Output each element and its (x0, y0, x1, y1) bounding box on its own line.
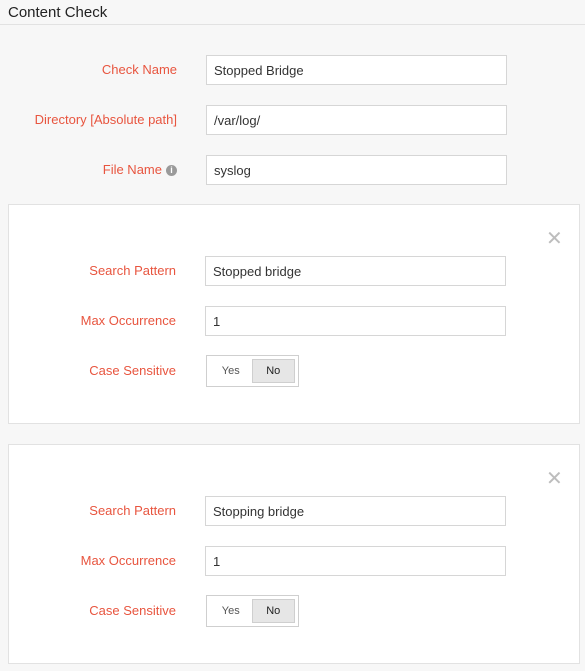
max-occurrence-label: Max Occurrence (80, 313, 176, 328)
max-occurrence-input[interactable] (205, 546, 506, 576)
section-title: Content Check (8, 4, 108, 21)
close-icon[interactable]: ✕ (546, 469, 563, 489)
toggle-yes-button[interactable]: Yes (210, 359, 252, 383)
search-pattern-panel: ✕ Search Pattern Max Occurrence Case Sen… (8, 204, 580, 424)
check-name-label: Check Name (101, 62, 177, 77)
search-pattern-row: Search Pattern (1, 255, 585, 287)
file-name-label-group: File Name i (103, 154, 177, 186)
file-name-row: File Name i (0, 154, 585, 186)
directory-input[interactable] (206, 105, 507, 135)
max-occurrence-label: Max Occurrence (80, 553, 176, 568)
max-occurrence-row: Max Occurrence (1, 545, 585, 577)
file-name-label: File Name (102, 162, 162, 177)
check-name-input[interactable] (206, 55, 507, 85)
section-header: Content Check (0, 0, 585, 25)
directory-label: Directory [Absolute path] (34, 112, 177, 127)
toggle-yes-button[interactable]: Yes (210, 599, 252, 623)
toggle-no-button[interactable]: No (251, 599, 295, 623)
directory-row: Directory [Absolute path] (0, 104, 585, 136)
file-name-input[interactable] (206, 155, 507, 185)
case-sensitive-label: Case Sensitive (89, 603, 176, 618)
case-sensitive-toggle: Yes No (206, 355, 299, 387)
toggle-no-button[interactable]: No (251, 359, 295, 383)
check-name-row: Check Name (0, 54, 585, 86)
search-pattern-row: Search Pattern (1, 495, 585, 527)
case-sensitive-row: Case Sensitive Yes No (1, 355, 585, 387)
case-sensitive-toggle: Yes No (206, 595, 299, 627)
case-sensitive-row: Case Sensitive Yes No (1, 595, 585, 627)
search-pattern-label: Search Pattern (89, 503, 176, 518)
search-pattern-input[interactable] (205, 256, 506, 286)
max-occurrence-row: Max Occurrence (1, 305, 585, 337)
search-pattern-panel: ✕ Search Pattern Max Occurrence Case Sen… (8, 444, 580, 664)
max-occurrence-input[interactable] (205, 306, 506, 336)
search-pattern-input[interactable] (205, 496, 506, 526)
search-pattern-label: Search Pattern (89, 263, 176, 278)
info-icon[interactable]: i (166, 165, 177, 177)
case-sensitive-label: Case Sensitive (89, 363, 176, 378)
close-icon[interactable]: ✕ (546, 229, 563, 249)
